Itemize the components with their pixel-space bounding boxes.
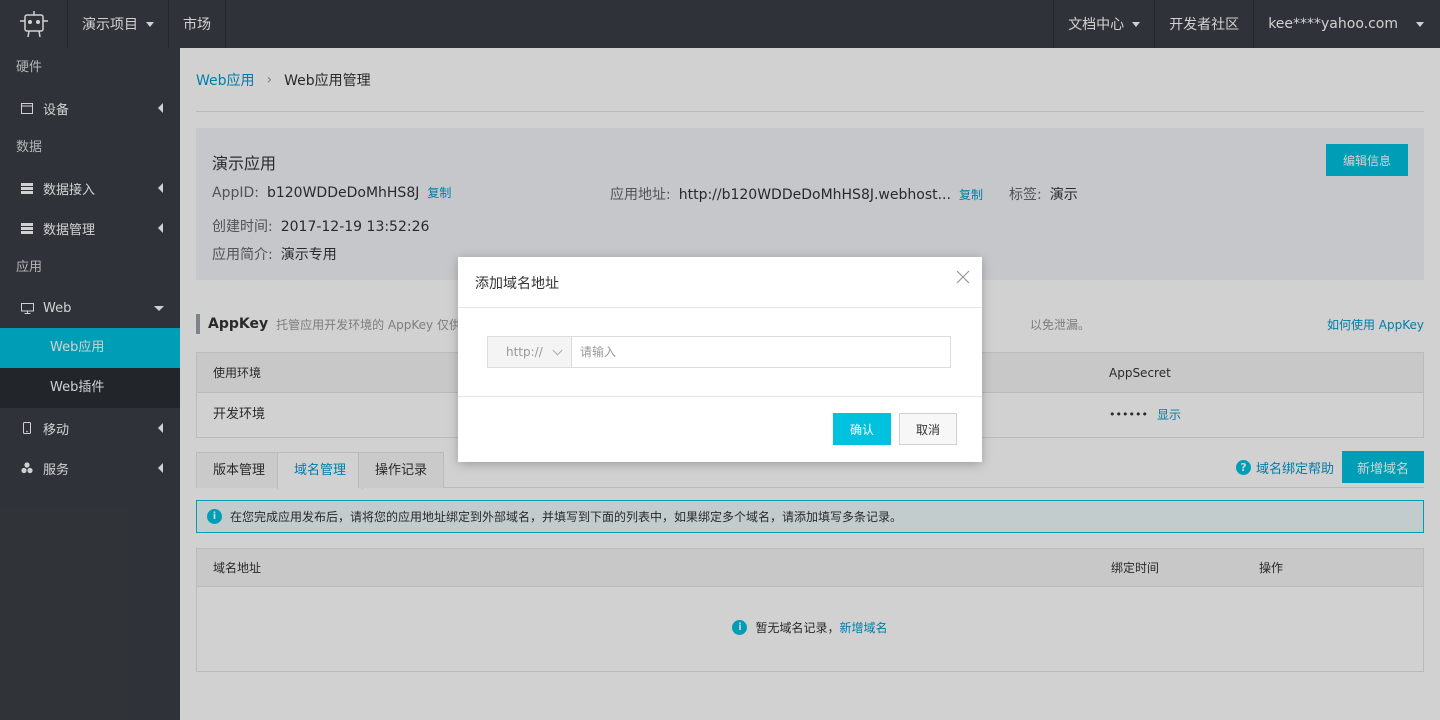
modal-title: 添加域名地址	[475, 276, 559, 292]
modal-body: http://	[458, 308, 982, 397]
modal-header: 添加域名地址	[458, 257, 982, 308]
confirm-button[interactable]: 确认	[833, 413, 891, 445]
close-icon[interactable]	[956, 270, 970, 284]
cancel-button[interactable]: 取消	[899, 413, 957, 445]
modal-footer: 确认 取消	[458, 397, 982, 461]
chevron-down-icon	[552, 345, 563, 356]
add-domain-modal: 添加域名地址 http:// 确认 取消	[458, 257, 982, 462]
domain-input[interactable]	[571, 336, 951, 368]
protocol-select[interactable]: http://	[487, 336, 572, 368]
protocol-value: http://	[506, 345, 543, 359]
